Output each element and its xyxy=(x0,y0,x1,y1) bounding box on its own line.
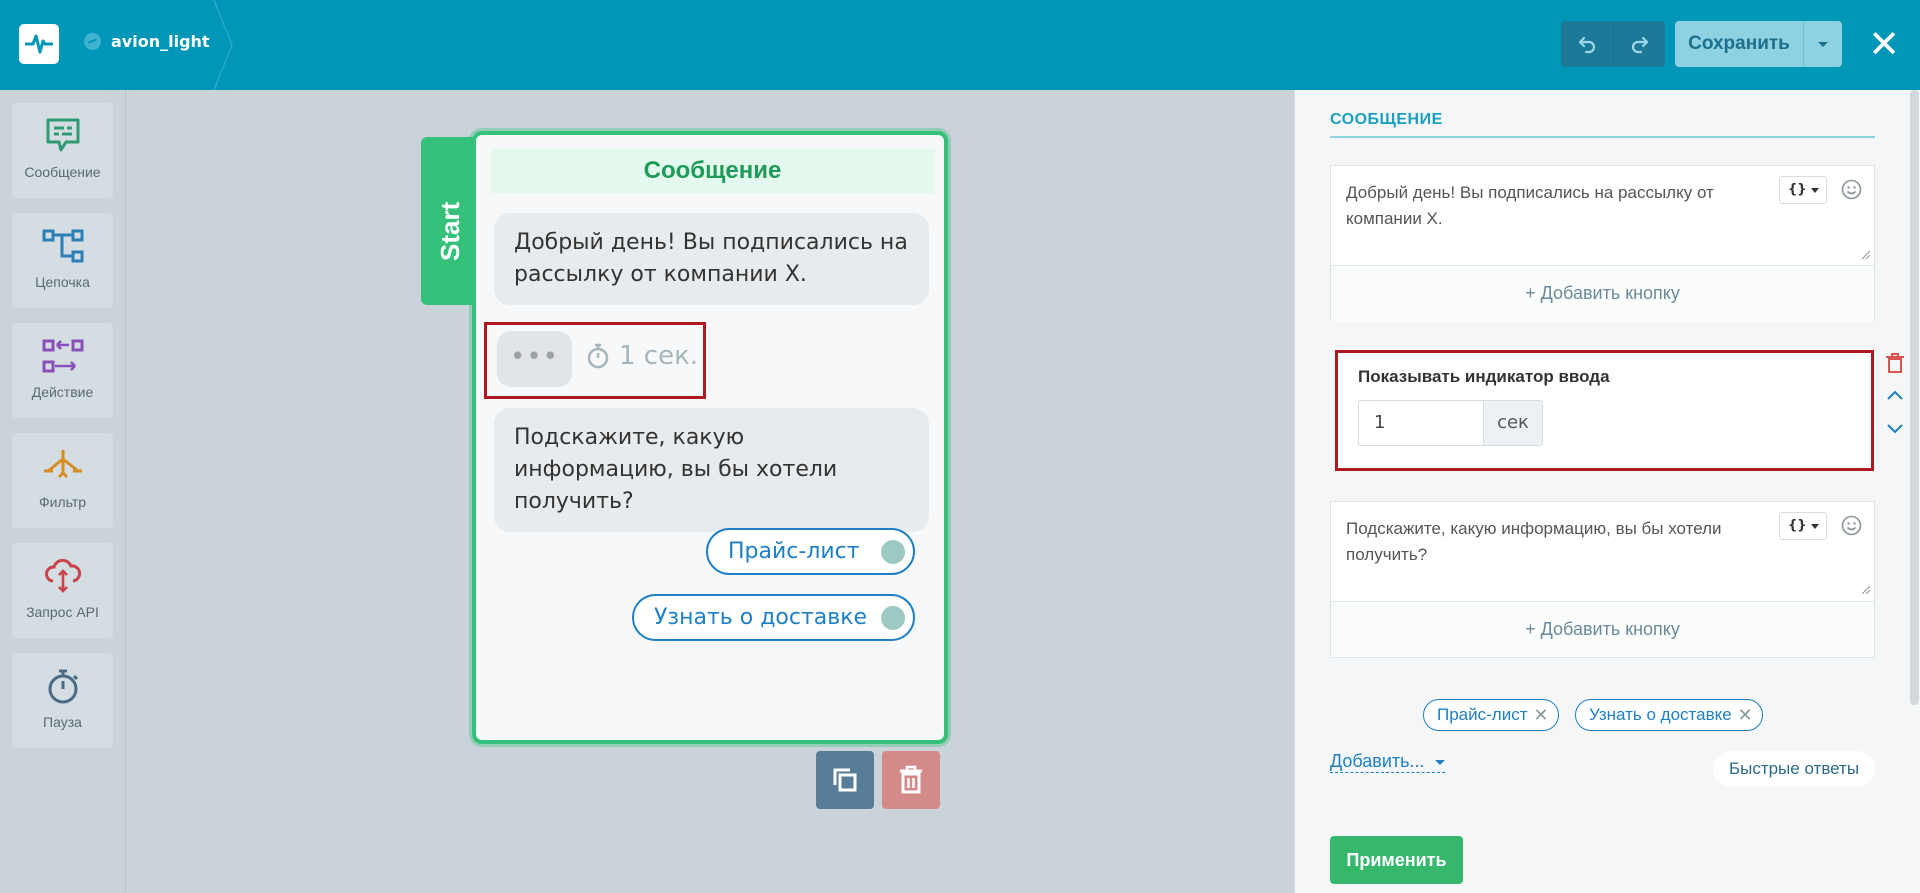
panel-heading: СООБЩЕНИЕ xyxy=(1330,111,1443,128)
stopwatch-icon xyxy=(587,343,609,369)
quick-reply-button[interactable]: Узнать о доставке xyxy=(632,594,915,641)
save-group: Сохранить xyxy=(1675,21,1842,67)
top-bar: avion_light Сохранить ✕ xyxy=(0,0,1920,90)
resize-handle-icon[interactable] xyxy=(1861,250,1871,260)
add-element-dropdown[interactable]: Добавить... xyxy=(1330,751,1445,773)
variables-dropdown[interactable]: {} xyxy=(1779,176,1827,204)
emoji-icon[interactable] xyxy=(1841,179,1862,200)
pause-timer-icon xyxy=(48,669,79,704)
filter-icon xyxy=(44,450,82,479)
resize-handle-icon[interactable] xyxy=(1861,585,1871,595)
save-button[interactable]: Сохранить xyxy=(1675,21,1803,67)
save-options-button[interactable] xyxy=(1803,21,1842,67)
chain-icon xyxy=(42,229,84,263)
typing-duration: 1 сек. xyxy=(585,341,698,371)
message-editor: Добрый день! Вы подписались на рассылку … xyxy=(1330,165,1875,321)
quick-reply-button[interactable]: Прайс-лист xyxy=(706,528,915,575)
tool-label: Запрос API xyxy=(26,604,99,620)
emoji-icon[interactable] xyxy=(1841,515,1862,536)
start-marker: Start xyxy=(421,137,477,305)
history-controls xyxy=(1561,21,1665,67)
undo-button[interactable] xyxy=(1561,21,1613,67)
chevron-up-icon[interactable] xyxy=(1885,388,1905,402)
typing-indicator-label: Показывать индикатор ввода xyxy=(1358,367,1610,386)
delete-node-button[interactable] xyxy=(882,751,940,809)
properties-panel: СООБЩЕНИЕ Добрый день! Вы подписались на… xyxy=(1294,90,1920,893)
close-icon[interactable]: ✕ xyxy=(1864,24,1904,64)
quick-reply-chip[interactable]: Узнать о доставке ✕ xyxy=(1575,699,1763,731)
node-message-bubble: Подскажите, какую информацию, вы бы хоте… xyxy=(494,408,929,532)
node-actions xyxy=(816,751,940,809)
tool-label: Пауза xyxy=(43,714,82,730)
copy-icon xyxy=(833,768,857,792)
api-request-icon xyxy=(45,558,82,593)
message-node[interactable]: Сообщение Добрый день! Вы подписались на… xyxy=(472,131,948,744)
message-textarea[interactable]: Добрый день! Вы подписались на рассылку … xyxy=(1346,180,1766,232)
quick-reply-chip[interactable]: Прайс-лист ✕ xyxy=(1423,699,1559,731)
quick-reply-label: Узнать о доставке xyxy=(654,605,868,630)
messenger-icon xyxy=(84,33,101,50)
start-label: Start xyxy=(435,201,465,261)
app-logo[interactable] xyxy=(19,24,59,64)
add-button-link[interactable]: + Добавить кнопку xyxy=(1331,601,1874,657)
typing-indicator-preview: ••• 1 сек. xyxy=(484,322,706,399)
duplicate-node-button[interactable] xyxy=(816,751,874,809)
toolbox: Сообщение Цепочка Действие Фильтр Запрос… xyxy=(0,90,126,893)
redo-icon xyxy=(1631,36,1648,54)
pulse-icon xyxy=(25,34,53,54)
remove-chip-icon[interactable]: ✕ xyxy=(1738,700,1753,730)
apply-button[interactable]: Применить xyxy=(1330,836,1463,884)
tool-label: Сообщение xyxy=(24,164,101,180)
tool-chain[interactable]: Цепочка xyxy=(12,213,113,308)
typing-dots: ••• xyxy=(497,331,572,387)
tool-action[interactable]: Действие xyxy=(12,323,113,418)
tool-label: Действие xyxy=(31,384,94,400)
chip-label: Узнать о доставке xyxy=(1589,705,1732,724)
trash-icon xyxy=(900,765,922,794)
tool-label: Цепочка xyxy=(35,274,90,290)
redo-button[interactable] xyxy=(1613,21,1665,67)
remove-chip-icon[interactable]: ✕ xyxy=(1533,700,1548,730)
tool-label: Фильтр xyxy=(38,494,87,510)
breadcrumb-separator xyxy=(213,0,233,90)
action-icon xyxy=(42,339,84,373)
typing-duration-unit: сек xyxy=(1483,400,1543,446)
node-message-bubble: Добрый день! Вы подписались на рассылку … xyxy=(494,213,929,305)
connector-dot[interactable] xyxy=(881,606,905,630)
message-editor: Подскажите, какую информацию, вы бы хоте… xyxy=(1330,501,1875,658)
bot-name: avion_light xyxy=(111,32,210,51)
connector-dot[interactable] xyxy=(881,540,905,564)
tool-pause[interactable]: Пауза xyxy=(12,653,113,748)
variables-dropdown[interactable]: {} xyxy=(1779,512,1827,540)
typing-duration-input[interactable]: 1 xyxy=(1358,400,1483,446)
quick-replies-button[interactable]: Быстрые ответы xyxy=(1713,751,1875,787)
undo-icon xyxy=(1578,36,1596,54)
chevron-down-icon xyxy=(1818,41,1828,47)
quick-reply-label: Прайс-лист xyxy=(728,539,860,564)
trash-icon[interactable] xyxy=(1885,352,1905,374)
typing-indicator-settings: Показывать индикатор ввода 1 сек xyxy=(1335,350,1874,471)
message-textarea[interactable]: Подскажите, какую информацию, вы бы хоте… xyxy=(1346,516,1766,568)
panel-scrollbar[interactable] xyxy=(1910,90,1919,705)
tool-message[interactable]: Сообщение xyxy=(12,103,113,198)
divider xyxy=(1330,136,1875,138)
tool-filter[interactable]: Фильтр xyxy=(12,433,113,528)
chip-label: Прайс-лист xyxy=(1437,705,1528,724)
chevron-down-icon[interactable] xyxy=(1885,422,1905,436)
tool-api-request[interactable]: Запрос API xyxy=(12,543,113,638)
typing-duration-text: 1 сек. xyxy=(619,341,699,371)
add-button-link[interactable]: + Добавить кнопку xyxy=(1331,265,1874,321)
node-title: Сообщение xyxy=(490,149,935,193)
message-icon xyxy=(46,118,80,152)
bot-selector[interactable]: avion_light xyxy=(84,32,210,51)
